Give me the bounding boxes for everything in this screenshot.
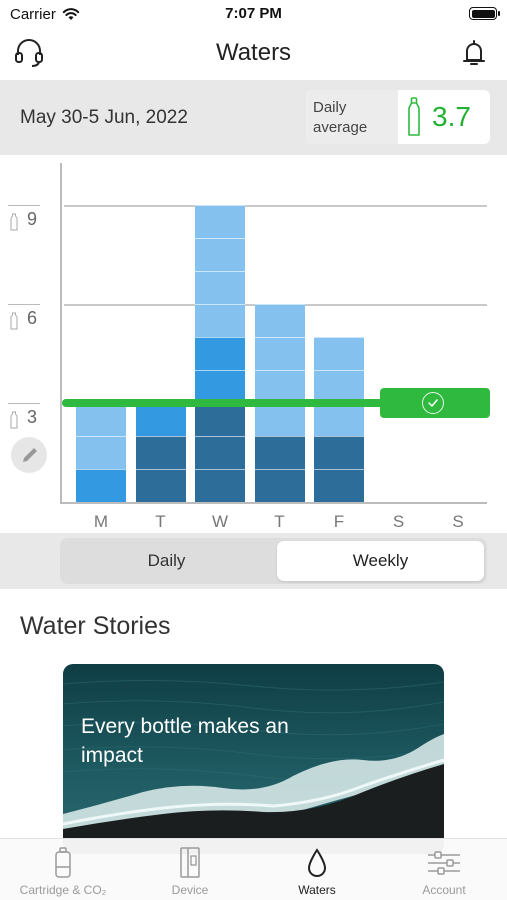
y-tick-label: 9 bbox=[27, 209, 38, 229]
daily-average-card: Daily average 3.7 bbox=[306, 90, 490, 144]
goal-badge[interactable] bbox=[380, 388, 490, 418]
bar-segment bbox=[314, 403, 364, 436]
tab-account-label: Account bbox=[422, 883, 466, 897]
check-icon bbox=[422, 392, 444, 414]
bar-segment bbox=[314, 337, 364, 370]
day-label: W bbox=[211, 512, 229, 531]
bar-segment bbox=[76, 436, 126, 469]
day-label: M bbox=[93, 512, 109, 531]
stories-title: Water Stories bbox=[20, 612, 171, 640]
bar-segment bbox=[195, 304, 245, 337]
bar-segment bbox=[76, 469, 126, 502]
tab-device-label: Device bbox=[171, 883, 209, 897]
small-bottle-icon bbox=[10, 411, 18, 429]
day-label: S bbox=[452, 512, 464, 531]
battery-icon bbox=[469, 7, 500, 20]
day-label: S bbox=[392, 512, 405, 531]
device-icon bbox=[180, 847, 200, 878]
bar-segment bbox=[135, 469, 186, 502]
bar-segment bbox=[195, 205, 245, 238]
bar-segment bbox=[135, 436, 186, 469]
cartridge-icon bbox=[55, 847, 71, 878]
tab-cartridge-label: Cartridge & CO₂ bbox=[19, 883, 107, 897]
pencil-icon bbox=[23, 448, 37, 462]
day-label: F bbox=[333, 512, 345, 531]
y-tick-mark bbox=[8, 304, 40, 305]
story-card[interactable]: Every bottle makes an impact bbox=[63, 664, 444, 854]
tab-device[interactable]: Device bbox=[127, 839, 253, 900]
y-axis-line bbox=[60, 163, 62, 503]
tab-account[interactable]: Account bbox=[381, 839, 507, 900]
bar-segment bbox=[314, 436, 364, 469]
view-toggle-band: Daily Weekly bbox=[0, 533, 507, 589]
y-tick-label: 6 bbox=[27, 308, 38, 328]
bar-segment bbox=[195, 337, 245, 370]
y-tick-mark bbox=[8, 403, 40, 404]
sliders-icon bbox=[428, 851, 460, 875]
header: Waters bbox=[0, 30, 507, 80]
water-chart: 3 6 9 M T W T F S S bbox=[0, 155, 507, 533]
tab-waters-label: Waters bbox=[298, 883, 336, 897]
bar-segment bbox=[195, 403, 245, 436]
bar-segment bbox=[254, 304, 305, 337]
bar-segment bbox=[195, 238, 245, 271]
bar-segment bbox=[254, 436, 305, 469]
daily-average-label: Daily average bbox=[306, 90, 398, 144]
bell-icon[interactable] bbox=[459, 36, 489, 70]
daily-average-value: 3.7 bbox=[432, 101, 471, 132]
tab-cartridge[interactable]: Cartridge & CO₂ bbox=[0, 839, 126, 900]
x-axis-line bbox=[60, 502, 487, 504]
daily-average-label-line1: Daily bbox=[313, 99, 347, 116]
tab-bar: Cartridge & CO₂ Device Waters Account bbox=[0, 838, 507, 900]
water-drop-icon bbox=[307, 848, 327, 877]
day-label: T bbox=[155, 512, 166, 531]
bar-segment bbox=[76, 403, 126, 436]
date-range[interactable]: May 30-5 Jun, 2022 bbox=[20, 107, 188, 129]
daily-tab[interactable]: Daily bbox=[60, 538, 273, 584]
bar-segment bbox=[195, 271, 245, 304]
story-card-text: Every bottle makes an impact bbox=[81, 715, 289, 767]
status-time: 7:07 PM bbox=[225, 5, 282, 22]
bar-segment bbox=[254, 469, 305, 502]
bar-segment bbox=[254, 403, 305, 436]
y-tick-mark bbox=[8, 205, 40, 206]
day-label: T bbox=[274, 512, 285, 531]
status-bar: Carrier 7:07 PM bbox=[0, 0, 507, 30]
bottle-icon bbox=[408, 97, 420, 136]
daily-average-label-line2: average bbox=[313, 119, 368, 136]
page-title: Waters bbox=[215, 39, 292, 66]
gridline bbox=[64, 205, 487, 207]
small-bottle-icon bbox=[10, 312, 18, 330]
bar-segment bbox=[135, 403, 186, 436]
small-bottle-icon bbox=[10, 213, 18, 231]
summary-band: May 30-5 Jun, 2022 Daily average 3.7 bbox=[0, 80, 507, 155]
weekly-tab[interactable]: Weekly bbox=[277, 541, 484, 581]
edit-goal-button[interactable] bbox=[11, 437, 47, 473]
view-toggle: Daily Weekly bbox=[60, 538, 487, 584]
bar-segment bbox=[254, 337, 305, 370]
bar-segment bbox=[195, 436, 245, 469]
goal-line[interactable] bbox=[62, 399, 392, 407]
bar-segment bbox=[314, 469, 364, 502]
tab-waters[interactable]: Waters bbox=[254, 839, 380, 900]
bar-segment bbox=[195, 469, 245, 502]
y-tick-label: 3 bbox=[27, 407, 38, 427]
